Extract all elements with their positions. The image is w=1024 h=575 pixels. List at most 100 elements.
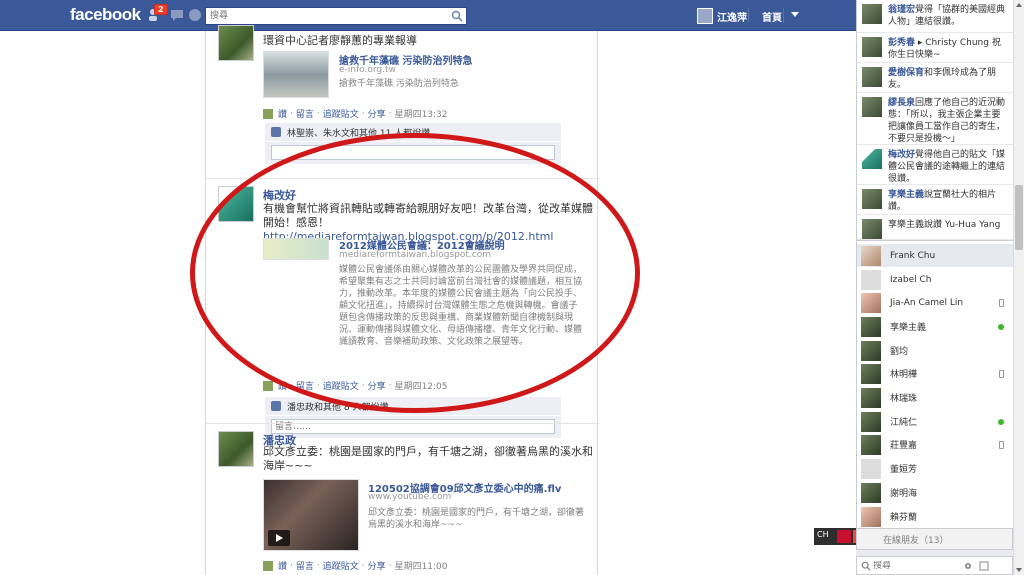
story-author-picture[interactable] (218, 25, 254, 61)
right-column-background (598, 31, 856, 575)
chat-friend[interactable]: 江純仁 (857, 410, 1014, 433)
attachment-url: mediareformtaiwan.blogspot.com (339, 250, 491, 260)
thumbs-up-icon (271, 401, 281, 411)
page-scrollbar[interactable] (1013, 0, 1024, 575)
ticker-item[interactable]: 梅改好覺得他自己的貼文「媒體公民會議的途轉繼上的連結很讚。 (857, 145, 1013, 185)
attachment-description: 媒體公民會議係由關心媒體改革的公民團體及學界共同促成，希望聚集有志之士共同討論當… (339, 265, 583, 347)
account-menu-chevron-down-icon[interactable] (791, 12, 799, 17)
chat-friend[interactable]: 享樂主義 (857, 315, 1014, 338)
online-status-icon (998, 323, 1004, 330)
avatar (861, 387, 881, 408)
story-divider (206, 423, 599, 424)
scroll-up-icon[interactable] (1016, 3, 1022, 7)
story-author-name[interactable]: 梅改好 (263, 187, 296, 203)
ime-mode-icon[interactable] (837, 530, 851, 543)
facebook-logo[interactable]: facebook (70, 5, 141, 25)
gear-icon[interactable] (963, 561, 973, 571)
ticker-item[interactable]: 享樂主義說讚 Yu-Hua Yang (857, 215, 1013, 240)
likes-summary: 潘忠政和其他 8 人都說讚。 (265, 397, 561, 415)
chat-friend[interactable]: Jia-An Camel Lin (857, 291, 1014, 314)
notifications-icon[interactable] (188, 8, 202, 22)
attachment-thumbnail[interactable] (263, 51, 329, 98)
chat-online-bar[interactable]: 在線朋友（13） (856, 528, 1013, 550)
comment-link[interactable]: 留言 (296, 107, 314, 120)
comment-link[interactable]: 留言 (296, 379, 314, 392)
mobile-icon (999, 440, 1004, 449)
news-feed: 環資中心記者廖靜蕙的專業報導 搶救千年藻礁 污染防治列特急 e-info.org… (205, 25, 599, 575)
chat-friend[interactable]: 董姮芳 (857, 457, 1014, 480)
chat-friend-name: 林瑞珠 (890, 394, 918, 404)
avatar (861, 245, 881, 266)
home-link[interactable]: 首頁 (762, 9, 782, 24)
ticker-name: 愛樹保育 (888, 68, 925, 78)
messages-icon[interactable] (170, 8, 184, 22)
avatar (861, 316, 881, 337)
profile-link[interactable]: 江逸萍 (697, 7, 747, 25)
online-status-icon (998, 418, 1004, 425)
share-link[interactable]: 分享 (368, 559, 386, 572)
search-input[interactable] (206, 8, 446, 24)
expand-icon[interactable] (979, 561, 989, 571)
chat-friend-name: 謝明海 (890, 489, 918, 499)
chat-friend-name: Izabel Ch (890, 274, 932, 285)
story-author-picture[interactable] (218, 186, 254, 222)
like-link[interactable]: 讚 (278, 107, 287, 120)
ticker-avatar (862, 4, 882, 24)
likes-text[interactable]: 林聖崇、朱水文和其他 11 人都說讚。 (287, 126, 439, 139)
ticker-name: 彭秀春 (888, 38, 916, 48)
comment-input[interactable] (271, 145, 555, 160)
ticker-item[interactable]: 愛樹保育和李佩玲成為了朋友。 (857, 63, 1013, 93)
like-link[interactable]: 讚 (278, 559, 287, 572)
timestamp: 星期四12:05 (394, 382, 448, 392)
nav-divider (748, 8, 749, 23)
ticker-item[interactable]: 繆長泉回應了他自己的近況動態：「所以，我主張企業主要把讓像員工當作自己的寄生，不… (857, 93, 1013, 145)
share-link-icon (263, 380, 273, 391)
attachment-description: 搶救千年藻礁 污染防治列特急 (339, 79, 459, 89)
ticker-panel: 翁瑾宏覺得「協群的美國經典人物」連結很讚。 彭秀春 ▸ Christy Chun… (856, 0, 1013, 240)
chat-friend[interactable]: 莊豐嘉 (857, 433, 1014, 456)
chat-friend[interactable]: 林明樺 (857, 362, 1014, 385)
ticker-avatar (862, 37, 882, 57)
comment-input[interactable] (271, 419, 555, 434)
chat-friend[interactable]: Izabel Ch (857, 268, 1014, 291)
chat-friend-name: 董姮芳 (890, 465, 918, 475)
search-icon[interactable] (451, 10, 463, 22)
attachment-thumbnail[interactable] (263, 238, 329, 260)
chat-friend[interactable]: 劉均 (857, 339, 1014, 362)
follow-post-link[interactable]: 追蹤貼文 (323, 559, 359, 572)
video-icon (263, 560, 273, 571)
like-link[interactable]: 讚 (278, 379, 287, 392)
play-icon[interactable] (268, 530, 290, 546)
chat-friend-name: 享樂主義 (890, 323, 927, 333)
story-actions: 讚 · 留言 · 追蹤貼文 · 分享 · 星期四12:05 (263, 379, 448, 392)
timestamp: 星期四11:00 (394, 562, 448, 572)
ticker-avatar (862, 219, 882, 239)
ticker-item[interactable]: 享樂主義說宣蘭社大的相片讚。 (857, 185, 1013, 215)
chat-friend[interactable]: Frank Chu (857, 244, 1014, 267)
chat-friend[interactable]: 賴芬蘭 (857, 505, 1014, 528)
comment-link[interactable]: 留言 (296, 559, 314, 572)
ticker-avatar (862, 67, 882, 87)
share-link-icon (263, 108, 273, 119)
follow-post-link[interactable]: 追蹤貼文 (323, 379, 359, 392)
ticker-name: 梅改好 (888, 150, 916, 160)
chat-friend[interactable]: 林瑞珠 (857, 386, 1014, 409)
chat-friend-name: 賴芬蘭 (890, 513, 918, 523)
top-navigation-bar: facebook 2 江逸萍 首頁 (0, 0, 856, 31)
share-link[interactable]: 分享 (368, 107, 386, 120)
ticker-item[interactable]: 彭秀春 ▸ Christy Chung 祝你生日快樂~ (857, 33, 1013, 63)
ticker-item[interactable]: 翁瑾宏覺得「協群的美國經典人物」連結很讚。 (857, 0, 1013, 33)
avatar (861, 363, 881, 384)
story-author-picture[interactable] (218, 431, 254, 467)
scroll-down-icon[interactable] (1016, 568, 1022, 572)
chat-search-bar (856, 556, 1013, 575)
ticker-name: 繆長泉 (888, 98, 916, 108)
attachment-description: 邱文彥立委：桃園是國家的門戶，有千塘之湖，卻徹著烏黑的溪水和海岸~~~ (368, 508, 585, 530)
scroll-thumb[interactable] (1015, 185, 1023, 250)
likes-text[interactable]: 潘忠政和其他 8 人都說讚。 (287, 400, 397, 413)
share-link[interactable]: 分享 (368, 379, 386, 392)
follow-post-link[interactable]: 追蹤貼文 (323, 107, 359, 120)
chat-friend[interactable]: 謝明海 (857, 481, 1014, 504)
avatar (697, 8, 713, 24)
video-thumbnail[interactable] (263, 479, 359, 551)
